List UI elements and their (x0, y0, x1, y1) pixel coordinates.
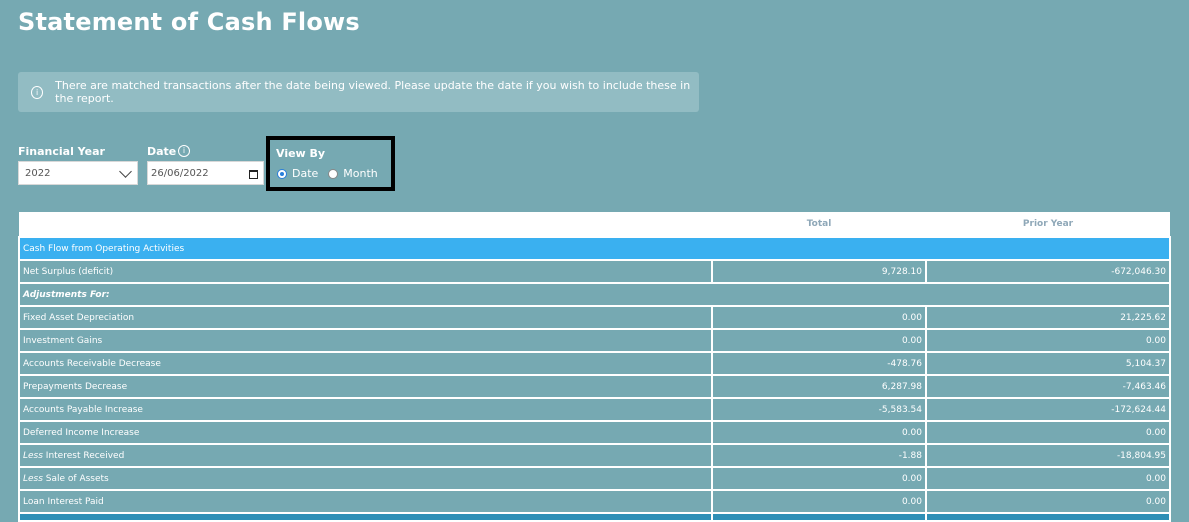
date-label: Date (147, 145, 177, 158)
table-row: Less Sale of Assets 0.00 0.00 (18, 466, 1171, 491)
row-total: 0.00 (711, 328, 927, 353)
view-by-month-radio[interactable] (328, 168, 339, 179)
row-prior-year: -672,046.30 (925, 259, 1171, 284)
row-label-text: Accounts Payable Increase (23, 404, 143, 415)
financial-year-label: Financial Year (18, 145, 105, 158)
cash-flow-table: Total Prior Year Cash Flow from Operatin… (18, 212, 1171, 522)
row-total: -1.88 (711, 443, 927, 468)
view-by-date-label[interactable]: Date (292, 167, 318, 180)
row-label-text: Sale of Assets (42, 473, 109, 484)
row-label: Fixed Asset Depreciation (18, 305, 713, 330)
view-by-month-label[interactable]: Month (343, 167, 377, 180)
view-by-date-radio[interactable] (277, 168, 287, 179)
table-row: Net Surplus (deficit) 9,728.10 -672,046.30 (18, 259, 1171, 284)
row-label: Loan Interest Paid (18, 489, 713, 514)
info-notice: i There are matched transactions after t… (18, 72, 699, 112)
page: Statement of Cash Flows i There are matc… (0, 0, 1189, 522)
row-label-text: Prepayments Decrease (23, 381, 128, 392)
header-total: Total (712, 212, 926, 237)
view-by-group: View By Date Month (266, 136, 395, 191)
row-label-text: Loan Interest Paid (23, 496, 104, 507)
row-prior-year: 21,225.62 (925, 305, 1171, 330)
row-prior-year: -18,804.95 (925, 443, 1171, 468)
row-prior-year: 0.00 (925, 466, 1171, 491)
view-by-label: View By (276, 147, 326, 160)
row-total: 9,728.10 (711, 259, 927, 284)
row-label-text: Investment Gains (23, 335, 103, 346)
info-icon[interactable]: i (178, 145, 190, 157)
row-prior-year: -172,624.44 (925, 397, 1171, 422)
table-row: Investment Gains 0.00 0.00 (18, 328, 1171, 353)
chevron-down-icon (119, 165, 132, 178)
row-label-text: Accounts Receivable Decrease (23, 358, 161, 369)
row-label: Investment Gains (18, 328, 713, 353)
table-row: Less Interest Received -1.88 -18,804.95 (18, 443, 1171, 468)
calendar-icon[interactable] (249, 170, 258, 179)
table-row: Loan Interest Paid 0.00 0.00 (18, 489, 1171, 514)
row-total: 0.00 (711, 489, 927, 514)
page-title: Statement of Cash Flows (18, 8, 360, 36)
row-prior-year: 0.00 (925, 489, 1171, 514)
table-row: Accounts Receivable Decrease -478.76 5,104… (18, 351, 1171, 376)
row-label: Less Sale of Assets (18, 466, 713, 491)
notice-text: There are matched transactions after the… (55, 79, 691, 105)
row-total: 0.00 (711, 305, 927, 330)
section-row: Cash Flow from Operating Activities (18, 236, 1171, 261)
table-row: Accounts Payable Increase -5,583.54 -172,6… (18, 397, 1171, 422)
table-row: Fixed Asset Depreciation 0.00 21,225.62 (18, 305, 1171, 330)
header-label (19, 212, 712, 237)
table-header-row: Total Prior Year (19, 212, 1170, 237)
row-label: Accounts Receivable Decrease (18, 351, 713, 376)
row-label-text: Deferred Income Increase (23, 427, 140, 438)
row-label: Net Surplus (deficit) (18, 259, 713, 284)
financial-year-value: 2022 (25, 167, 51, 179)
row-prefix: Less (23, 450, 43, 461)
header-prior-year: Prior Year (926, 212, 1170, 237)
row-cell (18, 512, 713, 522)
row-prior-year: 0.00 (925, 328, 1171, 353)
row-prior-year: 5,104.37 (925, 351, 1171, 376)
row-label: Accounts Payable Increase (18, 397, 713, 422)
row-total: 0.00 (711, 420, 927, 445)
row-label-text: Fixed Asset Depreciation (23, 312, 135, 323)
info-icon: i (31, 85, 44, 99)
table-row: Deferred Income Increase 0.00 0.00 (18, 420, 1171, 445)
row-cell (711, 512, 927, 522)
row-label: Less Interest Received (18, 443, 713, 468)
row-label: Prepayments Decrease (18, 374, 713, 399)
table-row (18, 512, 1171, 522)
row-label: Deferred Income Increase (18, 420, 713, 445)
section-title: Cash Flow from Operating Activities (18, 236, 1171, 261)
table-row: Adjustments For: (18, 282, 1171, 307)
row-cell (925, 512, 1171, 522)
date-value: 26/06/2022 (151, 167, 209, 179)
row-heading: Adjustments For: (18, 282, 1171, 307)
table-row: Prepayments Decrease 6,287.98 -7,463.46 (18, 374, 1171, 399)
row-label-text: Net Surplus (deficit) (23, 266, 114, 277)
financial-year-select[interactable]: 2022 (18, 161, 138, 185)
row-total: -478.76 (711, 351, 927, 376)
row-prior-year: -7,463.46 (925, 374, 1171, 399)
row-label-text: Interest Received (42, 450, 125, 461)
row-total: 6,287.98 (711, 374, 927, 399)
date-input[interactable]: 26/06/2022 (147, 161, 264, 185)
row-total: -5,583.54 (711, 397, 927, 422)
row-prefix: Less (23, 473, 43, 484)
row-prior-year: 0.00 (925, 420, 1171, 445)
row-total: 0.00 (711, 466, 927, 491)
